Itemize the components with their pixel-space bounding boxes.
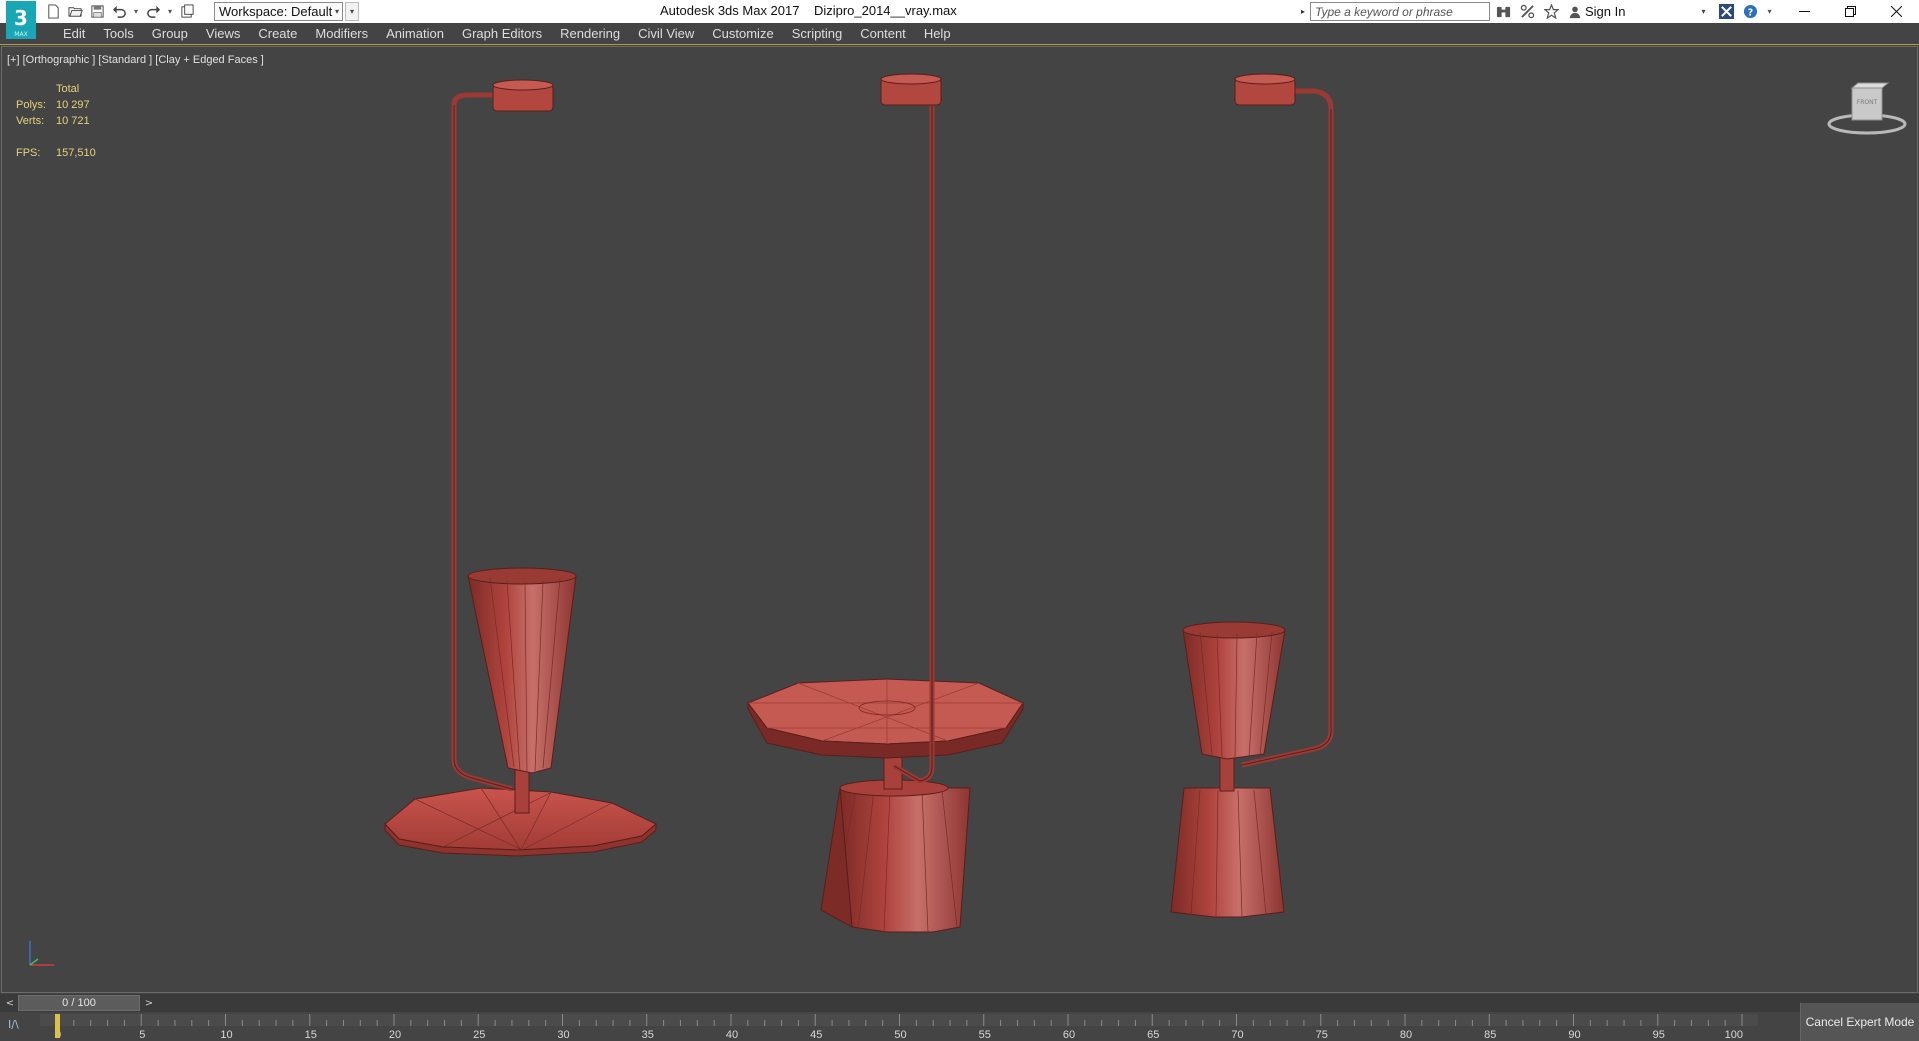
workspace-dropdown[interactable]: Workspace: Default ▾ [214,2,343,21]
viewcube-face-label: FRONT [1857,99,1878,106]
ruler-tick-label: 30 [557,1029,569,1041]
menu-tools[interactable]: Tools [94,23,142,45]
ruler-tick-label: 25 [473,1029,485,1041]
undo-list-caret-icon[interactable]: ▾ [132,3,140,21]
ruler-tick-label: 65 [1147,1029,1159,1041]
next-frame-button[interactable]: > [142,995,156,1011]
minimize-icon [1798,11,1810,12]
binoculars-icon[interactable] [1494,3,1512,21]
ruler-tick-label: 10 [220,1029,232,1041]
redo-icon[interactable] [144,3,162,21]
info-center-toolbar: Sign In ▾ ? ▾ [1494,2,1773,21]
restore-button[interactable] [1827,0,1873,23]
restore-icon [1844,6,1856,17]
menu-civil-view[interactable]: Civil View [629,23,703,45]
ruler-tick-label: 90 [1568,1029,1580,1041]
ruler-tick-label: 60 [1063,1029,1075,1041]
window-title: Autodesk 3ds Max 2017 Dizipro_2014__vray… [660,3,957,18]
menu-scripting[interactable]: Scripting [783,23,852,45]
current-frame-marker[interactable] [55,1014,60,1038]
account-caret-icon[interactable]: ▾ [1701,7,1711,16]
ruler-tick-label: 50 [894,1029,906,1041]
ruler-tick-label: 95 [1653,1029,1665,1041]
axis-tripod-icon [29,941,54,966]
workspace-menu-icon[interactable]: ▾ [345,2,359,21]
ruler-tick-label: 40 [726,1029,738,1041]
help-icon[interactable]: ? [1741,3,1759,21]
menu-content[interactable]: Content [851,23,915,45]
quick-access-toolbar: ▾ ▾ [44,2,196,21]
scene-render [384,73,1334,933]
new-file-icon[interactable] [44,3,62,21]
lamp-model-middle[interactable] [747,73,1024,933]
save-icon[interactable] [88,3,106,21]
project-folder-icon[interactable] [178,3,196,21]
redo-list-caret-icon[interactable]: ▾ [166,3,174,21]
subscription-center-icon[interactable] [1518,3,1536,21]
lamp-model-left[interactable] [384,79,657,857]
svg-text:?: ? [1748,7,1753,18]
ruler-tick-label: 55 [979,1029,991,1041]
menu-help[interactable]: Help [915,23,960,45]
ruler-tick-label: 15 [305,1029,317,1041]
undo-icon[interactable] [110,3,128,21]
menu-group[interactable]: Group [143,23,197,45]
title-bar: 3 MAX ▾ ▾ Workspace: Default ▾ ▾ Autodes… [0,0,1919,39]
ruler-tick-label: 5 [139,1029,145,1041]
time-slider-thumb[interactable]: 0 / 100 [18,995,140,1011]
autodesk-exchange-icon[interactable] [1717,3,1735,21]
app-logo-icon[interactable]: 3 MAX [6,1,36,39]
favorites-star-icon[interactable] [1542,3,1560,21]
viewcube-icon[interactable]: FRONT [1822,82,1912,142]
svg-text:MAX: MAX [14,31,27,38]
viewport-orthographic[interactable]: [+] [Orthographic ] [Standard ] [Clay + … [1,46,1918,993]
open-file-icon[interactable] [66,3,84,21]
menu-create[interactable]: Create [249,23,306,45]
menu-animation[interactable]: Animation [377,23,453,45]
help-caret-icon[interactable]: ▾ [1765,3,1773,21]
ruler-tick-label: 75 [1316,1029,1328,1041]
menu-modifiers[interactable]: Modifiers [306,23,377,45]
menu-customize[interactable]: Customize [703,23,782,45]
ruler-tick-label: 85 [1484,1029,1496,1041]
ruler-tick-label: 35 [642,1029,654,1041]
close-icon [1890,6,1902,17]
minimize-button[interactable] [1781,0,1827,23]
menu-graph-editors[interactable]: Graph Editors [453,23,551,45]
ruler-tick-label: 45 [810,1029,822,1041]
curve-editor-mini-icon[interactable]: I∕\ [8,1018,32,1034]
lamp-model-right[interactable] [1170,73,1334,918]
app-logo-text: 3 [14,6,28,30]
app-title: Autodesk 3ds Max 2017 [660,3,800,18]
user-icon [1569,6,1581,18]
cancel-expert-mode-button[interactable]: Cancel Expert Mode [1800,1003,1919,1041]
search-input[interactable] [1310,2,1490,21]
time-slider[interactable]: < 0 / 100 > [0,994,1919,1012]
sign-in-button[interactable]: Sign In [1568,4,1625,19]
window-controls [1781,0,1919,23]
workspace-label: Workspace: Default [219,4,333,19]
ruler-tick-label: 70 [1231,1029,1243,1041]
file-name: Dizipro_2014__vray.max [813,3,957,18]
ruler-tick-label: 100 [1725,1029,1743,1041]
ruler-tick-label: 80 [1400,1029,1412,1041]
menu-views[interactable]: Views [197,23,249,45]
menu-rendering[interactable]: Rendering [551,23,629,45]
ruler-tick-label: 20 [389,1029,401,1041]
sign-in-label: Sign In [1585,4,1626,19]
chevron-down-icon: ▾ [334,7,339,16]
close-button[interactable] [1873,0,1919,23]
menu-edit[interactable]: Edit [54,23,94,45]
search-expand-icon[interactable]: ▸ [1297,2,1309,21]
menu-bar: Edit Tools Group Views Create Modifiers … [0,23,1919,45]
previous-frame-button[interactable]: < [3,995,17,1011]
track-bar[interactable]: 0510152025303540455055606570758085909510… [0,1012,1800,1041]
timeline-ruler: 0510152025303540455055606570758085909510… [40,1014,1758,1041]
